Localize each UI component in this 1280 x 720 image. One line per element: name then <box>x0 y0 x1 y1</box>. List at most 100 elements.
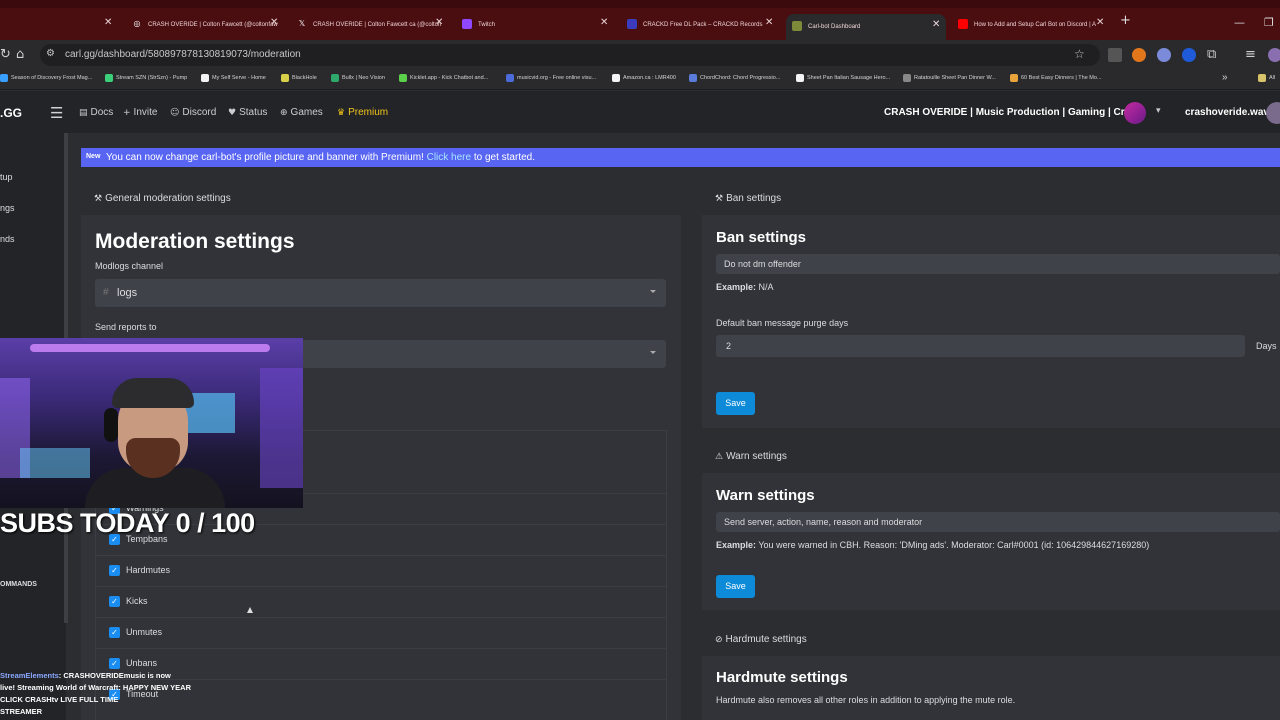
warn-settings-card: ⚠ Warn settings Warn settings Send server… <box>702 440 1280 610</box>
bookmark-icon <box>281 74 289 82</box>
tab-close-icon[interactable]: ✕ <box>932 19 940 30</box>
address-bar-row: ↻ ⌂ ⚙ carl.gg/dashboard/5808978781308190… <box>0 40 1280 70</box>
nav-invite[interactable]: + Invite <box>123 107 157 118</box>
warn-dm-select[interactable]: Send server, action, name, reason and mo… <box>716 512 1280 532</box>
sidebar-item-setup[interactable]: tup <box>0 172 13 182</box>
warn-example: Example: You were warned in CBH. Reason:… <box>716 540 1150 550</box>
app-header: .GG ☰ ▤ Docs + Invite ☺ Discord ♥ Status ⊕ Ga… <box>0 91 1280 133</box>
hardmute-title: Hardmute settings <box>716 669 848 686</box>
headphones-icon <box>104 408 118 442</box>
hammer-icon: ⚒ <box>715 194 724 204</box>
minimize-icon[interactable]: — <box>1234 16 1245 29</box>
bookmark[interactable]: Sheet Pan Italian Sausage Hero... <box>796 74 890 82</box>
ban-save-button[interactable]: Save <box>716 392 755 415</box>
new-tab-button[interactable]: + <box>1120 13 1131 28</box>
tab-carlbot-active[interactable]: Carl-bot Dashboard ✕ <box>786 14 946 40</box>
bookmark[interactable]: My Self Serve - Home <box>201 74 266 82</box>
nav-premium[interactable]: ♛ Premium <box>337 107 388 118</box>
bookmark[interactable]: BlackHole <box>281 74 317 82</box>
extension-icon[interactable] <box>1182 48 1196 62</box>
extension-icon[interactable] <box>1108 48 1122 62</box>
tab-crackd[interactable]: CRACKD Free DL Pack – CRACKD Records ✕ <box>627 11 777 38</box>
maximize-icon[interactable]: ❐ <box>1264 16 1274 29</box>
avatar[interactable] <box>1266 102 1280 124</box>
extension-icon[interactable] <box>1157 48 1171 62</box>
folder-icon <box>1258 74 1266 82</box>
bookmark-icon <box>506 74 514 82</box>
tab-label: How to Add and Setup Carl Bot on Discord… <box>974 21 1096 28</box>
all-bookmarks-folder[interactable]: All <box>1258 74 1275 82</box>
bookmarks-overflow-button[interactable]: » <box>1222 72 1228 83</box>
ban-dm-select[interactable]: Do not dm offender <box>716 254 1280 274</box>
bookmark[interactable]: Ratatouille Sheet Pan Dinner W... <box>903 74 996 82</box>
warn-save-button[interactable]: Save <box>716 575 755 598</box>
profile-icon[interactable] <box>1268 48 1280 62</box>
modlogs-channel-select[interactable]: # logs <box>95 279 666 307</box>
bookmark[interactable]: Season of Discovery Frost Mag... <box>0 74 92 82</box>
bookmark-star-icon[interactable]: ☆ <box>1074 47 1085 61</box>
discord-icon: ☺ <box>170 108 180 118</box>
tab-instagram[interactable]: ◎ CRASH OVERIDE | Colton Fawcett (@colto… <box>132 11 282 38</box>
tab-close-icon[interactable]: ✕ <box>1096 17 1104 28</box>
bookmark[interactable]: Bullx | Neo Vision <box>331 74 385 82</box>
bookmark[interactable]: musicvid.org - Free online visu... <box>506 74 596 82</box>
nav-docs[interactable]: ▤ Docs <box>79 107 113 118</box>
tab-close-icon[interactable]: ✕ <box>765 17 773 28</box>
checkbox-unmutes[interactable]: ✓ <box>109 627 120 638</box>
checkbox-hardmutes[interactable]: ✓ <box>109 565 120 576</box>
hamburger-menu-icon[interactable]: ☰ <box>50 104 63 122</box>
nav-games[interactable]: ⊕ Games <box>280 107 323 118</box>
tab-close-icon[interactable]: ✕ <box>600 17 608 28</box>
sidebar-item-settings[interactable]: ngs <box>0 203 15 213</box>
tab-x[interactable]: 𝕏 CRASH OVERIDE | Colton Fawcett ca (@co… <box>297 11 447 38</box>
tab-label: CRACKD Free DL Pack – CRACKD Records <box>643 21 763 28</box>
sidebar-item-commands[interactable]: nds <box>0 234 15 244</box>
home-icon[interactable]: ⌂ <box>16 47 24 62</box>
bookmark[interactable]: Stream SZN (StrSzn) - Pump <box>105 74 187 82</box>
bookmark[interactable]: 60 Best Easy Dinners | The Mo... <box>1010 74 1102 82</box>
instagram-icon: ◎ <box>133 19 141 28</box>
card-header: ⚒ Ban settings <box>702 182 1280 215</box>
refresh-icon[interactable]: ↻ <box>0 47 11 62</box>
bookmark-icon <box>612 74 620 82</box>
user-name[interactable]: crashoveride.wav <box>1185 107 1269 118</box>
banner-link[interactable]: Click here <box>427 152 471 163</box>
chat-line: CLICK CRASHtv LIVE FULL TIME <box>0 695 119 704</box>
tab-twitch[interactable]: Twitch ✕ <box>462 11 612 38</box>
url-field[interactable]: ⚙ carl.gg/dashboard/580897878130819073/m… <box>40 44 1100 66</box>
menu-icon[interactable]: ≡ <box>1245 47 1256 62</box>
carlbot-logo[interactable]: .GG <box>0 106 22 120</box>
bookmark[interactable]: Kicklet.app - Kick Chatbot and... <box>399 74 488 82</box>
bookmark[interactable]: ChordChord: Chord Progressio... <box>689 74 780 82</box>
nav-discord[interactable]: ☺ Discord <box>170 107 216 118</box>
tab-close-icon[interactable]: ✕ <box>104 17 112 28</box>
purge-days-label: Default ban message purge days <box>716 318 849 328</box>
ban-title: Ban settings <box>716 229 807 246</box>
bookmark-icon <box>689 74 697 82</box>
server-name[interactable]: CRASH OVERIDE | Music Production | Gamin… <box>884 107 1146 118</box>
metamask-icon[interactable] <box>1132 48 1146 62</box>
chevron-down-icon[interactable]: ▾ <box>1156 105 1164 116</box>
checkbox-unbans[interactable]: ✓ <box>109 658 120 669</box>
chat-line: live! Streaming World of Warcraft: HAPPY… <box>0 683 192 692</box>
chat-line: StreamElements: CRASHOVERIDEmusic is now <box>0 671 171 680</box>
nav-status[interactable]: ♥ Status <box>228 107 267 118</box>
server-avatar[interactable] <box>1124 102 1146 124</box>
bookmark-icon <box>331 74 339 82</box>
tab-label: Carl-bot Dashboard <box>808 24 861 30</box>
modlogs-label: Modlogs channel <box>95 261 164 271</box>
tab-close-icon[interactable]: ✕ <box>435 17 443 28</box>
tab-partial[interactable]: ✕ <box>0 11 112 38</box>
chevron-down-icon <box>650 290 656 294</box>
tab-youtube[interactable]: How to Add and Setup Carl Bot on Discord… <box>958 11 1108 38</box>
bookmark[interactable]: Amazon.ca : LMR400 <box>612 74 676 82</box>
hardmute-description: Hardmute also removes all other roles in… <box>716 695 1016 705</box>
hammer-icon: ⚒ <box>94 194 103 204</box>
puzzle-icon[interactable]: ⧉ <box>1207 47 1216 62</box>
bookmark-icon <box>796 74 804 82</box>
tab-close-icon[interactable]: ✕ <box>270 17 278 28</box>
site-info-icon[interactable]: ⚙ <box>46 48 55 59</box>
crackd-icon <box>627 19 637 29</box>
purge-days-input[interactable]: 2 <box>716 335 1245 357</box>
checkbox-kicks[interactable]: ✓ <box>109 596 120 607</box>
